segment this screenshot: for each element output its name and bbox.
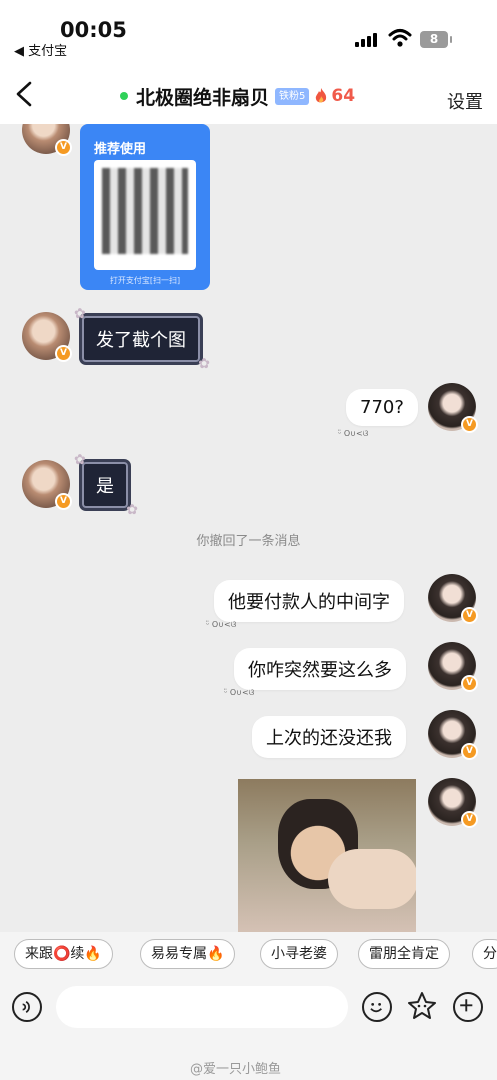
message-bubble[interactable]: 他要付款人的中间字 xyxy=(214,580,404,622)
qr-card-title: 推荐使用 xyxy=(94,142,147,157)
quick-reply-chip[interactable]: 来跟⭕续🔥 xyxy=(14,939,113,969)
quick-reply-chip[interactable]: 分 xyxy=(472,939,497,969)
my-avatar[interactable]: V xyxy=(428,710,478,760)
quick-reply-chip[interactable]: 小寻老婆 xyxy=(260,939,338,969)
emoji-icon[interactable] xyxy=(362,992,392,1022)
recall-notice: 你撤回了一条消息 xyxy=(196,534,301,549)
image-message[interactable] xyxy=(238,779,416,932)
status-time: 00:05 xyxy=(60,18,127,42)
quick-reply-bar: 来跟⭕续🔥 易易专属🔥 小寻老婆 雷朋全肯定 分 xyxy=(0,932,497,976)
contact-avatar[interactable]: V xyxy=(22,124,72,156)
settings-button[interactable]: 设置 xyxy=(447,88,483,114)
verified-badge-icon: V xyxy=(461,607,478,624)
message-bubble[interactable]: 你咋突然要这么多 xyxy=(234,648,406,690)
qr-code-image xyxy=(94,160,196,270)
my-avatar[interactable]: V xyxy=(428,574,478,624)
message-text-input[interactable] xyxy=(56,986,348,1028)
bubble-sticker-decoration: ᵕ̈ O∪<ଓ xyxy=(224,688,255,697)
chat-title: 北极圈绝非扇贝 xyxy=(136,86,270,109)
back-arrow-icon[interactable] xyxy=(10,78,40,110)
fan-level-badge: 铁粉5 xyxy=(275,87,310,105)
online-status-dot xyxy=(120,92,128,100)
message-bubble[interactable]: 发了截个图 xyxy=(74,306,210,372)
message-bubble[interactable]: 上次的还没还我 xyxy=(252,716,406,758)
verified-badge-icon: V xyxy=(461,675,478,692)
bubble-sticker-decoration: ᵕ̈ O∪<ଓ xyxy=(338,429,369,438)
chat-header: 北极圈绝非扇贝 铁粉5 64 设置 xyxy=(0,64,497,124)
chat-title-group[interactable]: 北极圈绝非扇贝 铁粉5 64 xyxy=(120,84,356,109)
verified-badge-icon: V xyxy=(461,811,478,828)
verified-badge-icon: V xyxy=(461,416,478,433)
verified-badge-icon: V xyxy=(55,139,72,156)
cellular-signal-icon xyxy=(355,31,379,47)
message-bubble[interactable]: 是 xyxy=(74,452,138,518)
sticker-star-icon[interactable] xyxy=(406,990,438,1022)
contact-avatar[interactable]: V xyxy=(22,312,72,362)
battery-icon: 8 xyxy=(420,31,452,48)
status-bar: 00:05 ◀ 支付宝 8 xyxy=(0,0,497,64)
my-avatar[interactable]: V xyxy=(428,642,478,692)
verified-badge-icon: V xyxy=(55,345,72,362)
qr-code-card[interactable]: 推荐使用 打开支付宝[扫一扫] xyxy=(80,124,210,290)
message-input-bar: @爱一只小鲍鱼 xyxy=(0,976,497,1080)
fire-streak-count: 64 xyxy=(331,86,356,106)
verified-badge-icon: V xyxy=(55,493,72,510)
bubble-sticker-decoration: ᵕ̈ O∪<ଓ xyxy=(206,620,237,629)
quick-reply-chip[interactable]: 易易专属🔥 xyxy=(140,939,236,969)
watermark: @爱一只小鲍鱼 xyxy=(190,1062,282,1077)
quick-reply-chip[interactable]: 雷朋全肯定 xyxy=(358,939,450,969)
verified-badge-icon: V xyxy=(461,743,478,760)
wifi-icon xyxy=(388,29,412,47)
flame-icon xyxy=(316,88,327,103)
add-more-icon[interactable] xyxy=(453,992,483,1022)
message-bubble[interactable]: 770? xyxy=(346,389,418,426)
back-to-app-link[interactable]: ◀ 支付宝 xyxy=(14,40,67,59)
chat-message-list[interactable]: V 推荐使用 打开支付宝[扫一扫] V 发了截个图 V 770? ᵕ̈ O∪<ଓ… xyxy=(0,124,497,932)
voice-input-icon[interactable] xyxy=(12,992,42,1022)
qr-card-footer: 打开支付宝[扫一扫] xyxy=(109,276,181,285)
contact-avatar[interactable]: V xyxy=(22,460,72,510)
my-avatar[interactable]: V xyxy=(428,778,478,828)
my-avatar[interactable]: V xyxy=(428,383,478,433)
